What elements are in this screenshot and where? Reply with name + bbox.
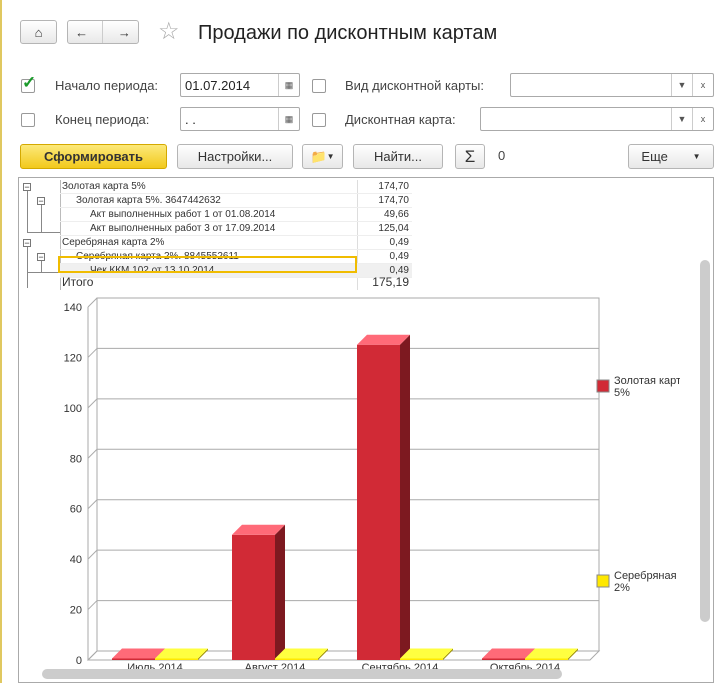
row-text: Золотая карта 5%. 3647442632 <box>76 195 221 206</box>
bar <box>525 658 568 660</box>
card-checkbox[interactable] <box>312 113 326 127</box>
y-tick-label: 20 <box>70 605 82 617</box>
total-row: Итого 175,19 <box>60 274 412 290</box>
row-value: 49,66 <box>383 209 409 220</box>
bar <box>232 534 275 660</box>
period-start-field[interactable]: 01.07.2014 ▦ <box>180 73 300 97</box>
forward-arrow-icon[interactable]: → <box>118 25 131 40</box>
period-start-label: Начало периода: <box>55 78 159 93</box>
bar <box>400 658 443 660</box>
clear-icon[interactable]: x <box>692 108 713 130</box>
row-value: 174,70 <box>378 195 409 206</box>
y-tick-label: 0 <box>76 655 82 667</box>
sigma-icon: Σ <box>464 146 476 166</box>
row-value: 0,49 <box>389 251 409 262</box>
collapse-icon[interactable]: − <box>37 197 45 206</box>
period-end-label: Конец периода: <box>55 112 150 127</box>
calendar-icon[interactable]: ▦ <box>278 74 299 96</box>
chevron-down-icon: ▼ <box>692 152 701 161</box>
legend-swatch <box>596 379 610 393</box>
gridline-diag <box>87 398 98 409</box>
find-button[interactable]: Найти... <box>353 144 443 169</box>
card-label: Дисконтная карта: <box>345 112 456 127</box>
clear-icon[interactable]: x <box>692 74 713 96</box>
bar <box>275 658 318 660</box>
period-start-value: 01.07.2014 <box>185 77 251 93</box>
generate-button[interactable]: Сформировать <box>20 144 167 169</box>
home-icon: ⌂ <box>34 24 43 40</box>
period-start-checkbox[interactable]: ✓ <box>21 73 36 93</box>
gridline-diag <box>87 297 98 308</box>
bar-chart: 020406080100120140Июль 2014 Август 2014 Се… <box>64 297 680 670</box>
row-value: 125,04 <box>378 223 409 234</box>
collapse-icon[interactable]: − <box>23 183 31 192</box>
y-tick-label: 80 <box>70 453 82 465</box>
bar <box>482 658 525 660</box>
bar-side <box>400 334 410 660</box>
calendar-icon[interactable]: ▦ <box>278 108 299 130</box>
row-text: Золотая карта 5% <box>62 181 146 192</box>
period-end-checkbox[interactable] <box>21 113 35 127</box>
y-tick-label: 140 <box>64 302 82 314</box>
card-field[interactable]: ▼ x <box>480 107 714 131</box>
dropdown-icon[interactable]: ▼ <box>671 74 692 96</box>
table-row[interactable]: Золотая карта 5%. 3647442632 174,70 <box>60 194 412 208</box>
row-text: Акт выполненных работ 3 от 17.09.2014 <box>90 223 276 234</box>
table-row[interactable]: Акт выполненных работ 3 от 17.09.2014 125… <box>60 222 412 236</box>
bar <box>155 658 198 660</box>
dropdown-icon[interactable]: ▼ <box>671 108 692 130</box>
table-row[interactable]: Золотая карта 5% 174,70 <box>60 180 412 194</box>
row-text: Серебряная карта 2% <box>62 237 165 248</box>
table-row[interactable]: Серебряная карта 2% 0,49 <box>60 236 412 250</box>
settings-button[interactable]: Настройки... <box>177 144 293 169</box>
home-button[interactable]: ⌂ <box>20 20 57 44</box>
card-type-field[interactable]: ▼ x <box>510 73 714 97</box>
more-button[interactable]: Еще ▼ <box>628 144 714 169</box>
legend-swatch <box>596 574 610 588</box>
bar <box>112 658 155 660</box>
selected-cell-highlight <box>58 256 357 273</box>
folder-gear-icon: 📁 <box>310 148 327 164</box>
period-end-field[interactable]: . . ▦ <box>180 107 300 131</box>
legend-label: Серебряная карта2% <box>614 570 680 594</box>
bar <box>357 344 400 660</box>
vertical-scrollbar[interactable] <box>700 260 710 622</box>
sum-value: 0 <box>498 148 506 163</box>
page-title: Продажи по дисконтным картам <box>198 22 498 44</box>
card-type-checkbox[interactable] <box>312 79 326 93</box>
horizontal-scrollbar[interactable] <box>42 669 562 679</box>
y-tick-label: 120 <box>64 352 82 364</box>
y-tick-label: 100 <box>64 403 82 415</box>
tree-outline: − − − − <box>22 180 60 288</box>
row-value: 174,70 <box>378 181 409 192</box>
gridline-diag <box>87 600 98 610</box>
y-tick-label: 40 <box>70 554 82 566</box>
y-tick-label: 60 <box>70 504 82 516</box>
gridline-diag <box>87 549 98 560</box>
gridline-diag <box>87 448 98 459</box>
gridline-diag <box>87 348 98 358</box>
window-edge <box>0 0 2 683</box>
table-row[interactable]: Акт выполненных работ 1 от 01.08.2014 49,… <box>60 208 412 222</box>
gridline-diag <box>87 499 98 510</box>
total-value: 175,19 <box>372 275 409 289</box>
back-arrow-icon[interactable]: ← <box>75 25 88 40</box>
row-value: 0,49 <box>389 237 409 248</box>
sum-button[interactable]: Σ <box>455 144 485 169</box>
variants-button[interactable]: 📁 ▼ <box>302 144 343 169</box>
legend-label: Золотая карта 5% <box>614 375 680 399</box>
favorite-star-icon[interactable]: ☆ <box>158 17 180 46</box>
chart-back-wall <box>96 297 600 652</box>
chevron-down-icon: ▼ <box>326 152 335 161</box>
collapse-icon[interactable]: − <box>37 253 45 262</box>
bar-side <box>275 524 285 660</box>
more-label: Еще <box>641 149 668 164</box>
row-text: Акт выполненных работ 1 от 01.08.2014 <box>90 209 276 220</box>
total-label: Итого <box>62 275 94 289</box>
period-end-value: . . <box>185 111 196 127</box>
nav-buttons: ← → <box>67 20 139 44</box>
collapse-icon[interactable]: − <box>23 239 31 248</box>
card-type-label: Вид дисконтной карты: <box>345 78 485 93</box>
